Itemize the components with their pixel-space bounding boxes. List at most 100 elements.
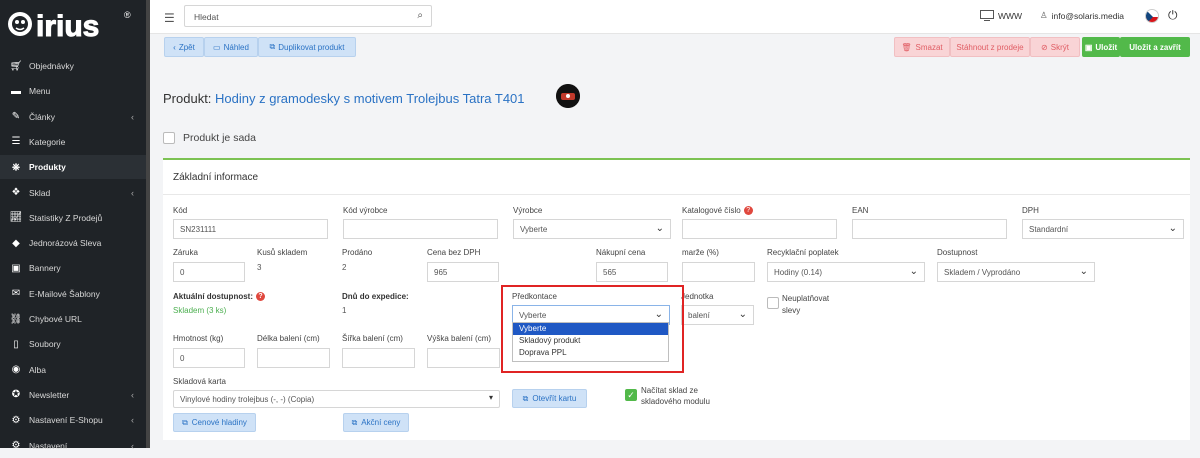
sidebar-item-label: Články	[29, 111, 55, 122]
sidebar-item[interactable]: 🛒︎ Objednávky	[0, 54, 146, 78]
duplicate-button[interactable]: ⧉ Duplikovat produkt	[258, 37, 356, 57]
recyk-select[interactable]: Hodiny (0.14) ⌄	[767, 262, 925, 282]
search-icon[interactable]: ⌕	[417, 10, 423, 21]
sidebar-item[interactable]: ⛓︎ Chybové URL	[0, 307, 146, 331]
nakupni-input[interactable]: 565	[596, 262, 668, 282]
toolbar-right: 🗑︎ Smazat Stáhnout z prodeje ⊘ Skrýt ▣ Ulož…	[894, 37, 1190, 57]
dharma-icon: ⎈	[12, 161, 20, 173]
topbar: ☰ Hledat ⌕ WWW ♙ info@solaris.media ⏻	[150, 0, 1200, 34]
sidebar-item[interactable]: ✉ E-Mailové Šablony	[0, 282, 146, 306]
logo-image: irius ®	[8, 10, 131, 44]
kod-input[interactable]: SN231111	[173, 219, 328, 239]
dostupnost-label: Dostupnost	[937, 248, 978, 257]
preview-button[interactable]: ▭ Náhled	[204, 37, 258, 57]
vyska-input[interactable]	[427, 348, 500, 368]
nacitat-label-1: Načítat sklad ze	[641, 386, 698, 395]
user-email[interactable]: ♙ info@solaris.media	[1040, 10, 1124, 21]
kod-vyrobce-label: Kód výrobce	[343, 206, 388, 215]
power-icon[interactable]: ⏻	[1168, 8, 1178, 23]
sidebar-item[interactable]: ▣ Bannery	[0, 256, 146, 280]
file-icon: ▯	[13, 338, 19, 350]
cenove-label: Cenové hladiny	[191, 418, 247, 427]
monitor-icon	[980, 10, 994, 21]
kod-vyrobce-input[interactable]	[343, 219, 498, 239]
jednotka-value: balení	[688, 310, 710, 320]
checkbox[interactable]	[163, 132, 175, 144]
nacitat-label: Načítat sklad ze skladového modulu	[641, 385, 710, 407]
product-thumbnail[interactable]	[556, 84, 580, 108]
zaruka-input[interactable]: 0	[173, 262, 245, 282]
highlight-frame	[501, 285, 684, 373]
floppy-icon: ▣	[1084, 42, 1093, 52]
skladova-label: Skladová karta	[173, 377, 226, 386]
sidebar-item[interactable]: ❖ Sklad ‹	[0, 181, 146, 205]
katalog-input[interactable]	[682, 219, 837, 239]
caret-down-icon: ▾	[488, 393, 493, 402]
hamburger-menu-icon[interactable]: ☰	[164, 11, 175, 25]
sidebar-item-label: Statistiky Z Prodejů	[29, 212, 103, 223]
cena-input[interactable]: 965	[427, 262, 499, 282]
hide-button[interactable]: ⊘ Skrýt	[1030, 37, 1080, 57]
image-icon: ▣	[11, 262, 21, 274]
cena-value: 965	[434, 267, 448, 277]
sidebar-item[interactable]: ⚙ Nastavení E-Shopu ‹	[0, 408, 146, 432]
help-icon[interactable]: ?	[743, 206, 753, 216]
sidebar-item[interactable]: ◆ Jednorázová Sleva	[0, 231, 146, 255]
www-link[interactable]: WWW	[980, 10, 1022, 21]
akcni-label: Akční ceny	[361, 418, 401, 427]
pencil-icon: ✎	[11, 111, 21, 123]
irius-logo[interactable]: irius ®	[6, 4, 141, 44]
svg-text:irius: irius	[36, 10, 99, 43]
preview-label: Náhled	[223, 42, 249, 52]
chevron-left-icon: ‹	[131, 389, 134, 400]
recyk-value: Hodiny (0.14)	[774, 267, 823, 277]
sirka-input[interactable]	[342, 348, 415, 368]
dostupnost-select[interactable]: Skladem / Vyprodáno ⌄	[937, 262, 1095, 282]
copy-icon: ⧉	[269, 42, 276, 51]
sidebar-item-label: Nastavení E-Shopu	[29, 415, 103, 426]
nakupni-value: 565	[603, 267, 617, 277]
chart-icon: 📈︎	[9, 212, 23, 224]
card-header: Základní informace	[173, 172, 259, 183]
save-button[interactable]: ▣ Uložit	[1082, 37, 1120, 57]
back-button[interactable]: ‹ Zpět	[164, 37, 204, 57]
sidebar-item[interactable]: ▬ Menu	[0, 79, 146, 103]
search-input[interactable]: Hledat ⌕	[184, 5, 432, 27]
neuplat-checkbox[interactable]	[767, 297, 779, 309]
sidebar-scrollbar[interactable]	[146, 0, 150, 448]
sidebar-item-label: Nastavení	[29, 440, 68, 451]
otevrit-kartu-button[interactable]: ⧉ Otevřít kartu	[512, 389, 587, 408]
jednotka-select[interactable]: balení ⌄	[681, 305, 754, 325]
flag-cz-icon[interactable]	[1145, 9, 1159, 23]
delka-input[interactable]	[257, 348, 330, 368]
product-set-checkbox[interactable]: Produkt je sada	[163, 132, 256, 144]
sidebar-item[interactable]: 📈︎ Statistiky Z Prodejů	[0, 206, 146, 230]
sidebar-item-label: Alba	[29, 364, 47, 375]
user-email-label: info@solaris.media	[1051, 10, 1125, 21]
sidebar-item[interactable]: ⎈ Produkty	[0, 155, 146, 180]
toolbar-left: ‹ Zpět ▭ Náhled ⧉ Duplikovat produkt	[164, 37, 364, 57]
sidebar-item[interactable]: ☰ Kategorie	[0, 130, 146, 154]
jednotka-label: Jednotka	[681, 292, 714, 301]
skladova-select[interactable]: Vinylové hodiny trolejbus (-, -) (Copia)…	[173, 390, 500, 408]
sidebar-item[interactable]: ▯ Soubory	[0, 332, 146, 356]
dph-select[interactable]: Standardní ⌄	[1022, 219, 1184, 239]
sidebar-item[interactable]: ⚙ Nastavení ‹	[0, 434, 146, 458]
delete-button[interactable]: 🗑︎ Smazat	[894, 37, 950, 57]
hmotnost-input[interactable]: 0	[173, 348, 245, 368]
save-close-button[interactable]: Uložit a zavřít	[1120, 37, 1190, 57]
chevron-left-icon: ‹	[173, 42, 176, 52]
nacitat-checkbox[interactable]: ✓	[625, 389, 637, 401]
marze-input[interactable]	[682, 262, 755, 282]
skladova-value: Vinylové hodiny trolejbus (-, -) (Copia)	[180, 394, 315, 404]
sidebar-item[interactable]: ✎ Články ‹	[0, 105, 146, 129]
sidebar-item[interactable]: ✪ Newsletter ‹	[0, 383, 146, 407]
withdraw-button[interactable]: Stáhnout z prodeje	[950, 37, 1030, 57]
akcni-ceny-button[interactable]: ⧉ Akční ceny	[343, 413, 409, 432]
envelope-icon: ✉	[11, 288, 21, 300]
ean-input[interactable]	[852, 219, 1007, 239]
cenove-hladiny-button[interactable]: ⧉ Cenové hladiny	[173, 413, 256, 432]
help-icon[interactable]: ?	[256, 292, 265, 302]
sidebar-item[interactable]: ◉ Alba	[0, 358, 146, 382]
vyrobce-select[interactable]: Vyberte ⌄	[513, 219, 671, 239]
